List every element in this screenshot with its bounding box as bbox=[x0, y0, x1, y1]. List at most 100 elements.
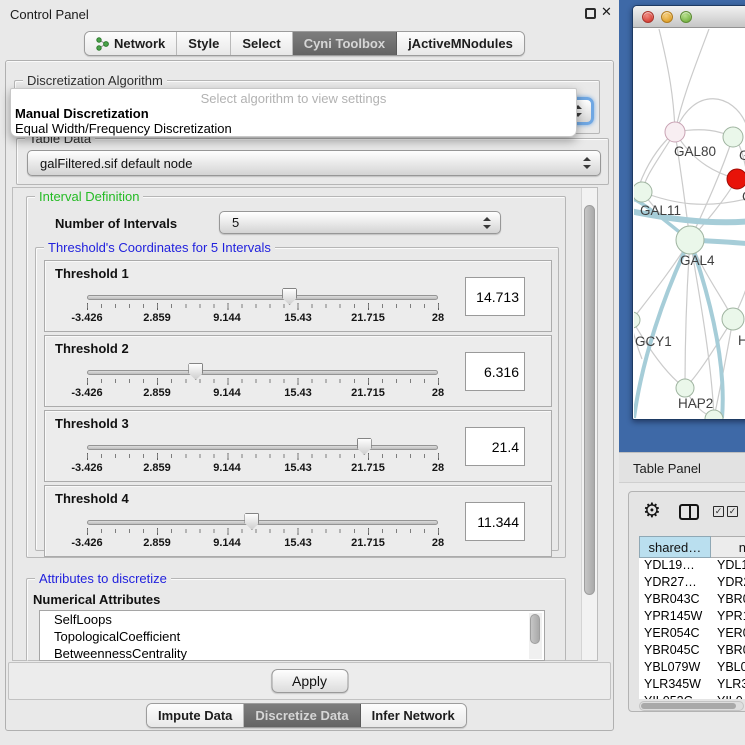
tab-impute-data[interactable]: Impute Data bbox=[147, 704, 244, 727]
checkbox-icon[interactable]: ✓ bbox=[727, 506, 738, 517]
interval-definition-group: Interval Definition Number of Intervals … bbox=[26, 196, 566, 558]
screen: Control Panel ✕ Network Style Select Cyn… bbox=[0, 0, 745, 745]
table-row[interactable]: YPR145WYPR1 bbox=[639, 609, 745, 626]
tab-cyni-toolbox[interactable]: Cyni Toolbox bbox=[293, 32, 397, 55]
node-red-selected[interactable] bbox=[727, 169, 745, 189]
threshold-4-value-field[interactable]: 11.344 bbox=[465, 502, 525, 541]
slider-minor-ticks bbox=[87, 304, 439, 308]
threshold-label: Threshold 4 bbox=[55, 491, 129, 506]
node-green[interactable] bbox=[705, 410, 723, 419]
tick-label: 2.859 bbox=[143, 312, 171, 324]
node-green[interactable] bbox=[722, 308, 744, 330]
table-row[interactable]: YER054CYER0 bbox=[639, 626, 745, 643]
tab-infer-network[interactable]: Infer Network bbox=[361, 704, 466, 727]
thresholds-group-title: Threshold's Coordinates for 5 Intervals bbox=[44, 240, 275, 255]
tick-label: 9.144 bbox=[213, 312, 241, 324]
spinner-arrows-icon bbox=[482, 217, 491, 229]
tab-jactivemnodules[interactable]: jActiveMNodules bbox=[397, 32, 524, 55]
settings-vertical-scrollbar[interactable] bbox=[581, 188, 597, 660]
threshold-label: Threshold 3 bbox=[55, 416, 129, 431]
popup-option-equal-width[interactable]: Equal Width/Frequency Discretization bbox=[11, 121, 576, 136]
float-window-icon[interactable] bbox=[585, 8, 596, 19]
tick-label: -3.426 bbox=[71, 462, 102, 474]
table-row[interactable]: YLR345WYLR3 bbox=[639, 677, 745, 694]
minimize-traffic-light-icon[interactable] bbox=[661, 11, 673, 23]
node-gal4[interactable] bbox=[676, 226, 704, 254]
threshold-1-slider-track[interactable] bbox=[87, 295, 438, 300]
popup-prompt-item[interactable]: Select algorithm to view settings bbox=[11, 91, 576, 106]
scrollbar-thumb[interactable] bbox=[584, 205, 595, 595]
tab-network[interactable]: Network bbox=[85, 32, 177, 55]
number-of-intervals-spinner[interactable]: 5 bbox=[219, 211, 501, 234]
nodes[interactable] bbox=[634, 122, 745, 419]
table-row[interactable]: YBL079WYBL0 bbox=[639, 660, 745, 677]
checkbox-icon[interactable]: ✓ bbox=[713, 506, 724, 517]
list-item[interactable]: TopologicalCoefficient bbox=[40, 628, 544, 645]
table-row[interactable]: YIL052CYIL0 bbox=[639, 694, 745, 699]
combo-arrows-icon bbox=[582, 157, 591, 169]
threshold-1-value-field[interactable]: 14.713 bbox=[465, 277, 525, 316]
tick-label: 28 bbox=[432, 537, 444, 549]
network-canvas[interactable]: GAL80 GA GAL11 C GAL4 GCY1 H HAP2 bbox=[634, 29, 745, 419]
tick-label: -3.426 bbox=[71, 312, 102, 324]
table-data-combobox[interactable]: galFiltered.sif default node bbox=[27, 150, 601, 176]
popup-option-manual-discretization[interactable]: Manual Discretization bbox=[11, 106, 576, 121]
tick-label: 15.43 bbox=[284, 387, 312, 399]
tick-label: 28 bbox=[432, 462, 444, 474]
attributes-group: Attributes to discretize Numerical Attri… bbox=[26, 578, 566, 661]
gear-icon[interactable]: ⚙ bbox=[643, 501, 661, 521]
tab-discretize-data[interactable]: Discretize Data bbox=[244, 704, 360, 727]
panel-title: Control Panel bbox=[10, 7, 89, 22]
threshold-3-value-field[interactable]: 21.4 bbox=[465, 427, 525, 466]
list-item[interactable]: SelfLoops bbox=[40, 611, 544, 628]
threshold-label: Threshold 1 bbox=[55, 266, 129, 281]
column-header-name[interactable]: n bbox=[711, 536, 745, 558]
node-hap2[interactable] bbox=[676, 379, 694, 397]
table-row[interactable]: YBR045CYBR0 bbox=[639, 643, 745, 660]
interval-definition-title: Interval Definition bbox=[35, 189, 143, 204]
attributes-group-title: Attributes to discretize bbox=[35, 571, 171, 586]
tick-label: 21.715 bbox=[351, 462, 385, 474]
threshold-2-slider-track[interactable] bbox=[87, 370, 438, 375]
columns-icon[interactable] bbox=[679, 504, 699, 520]
intervals-value: 5 bbox=[232, 215, 239, 230]
table-panel-title: Table Panel bbox=[633, 461, 701, 476]
list-item[interactable]: BetweennessCentrality bbox=[40, 645, 544, 661]
table-row[interactable]: YDR27…YDR2 bbox=[639, 575, 745, 592]
table-data-group: Table Data galFiltered.sif default node bbox=[16, 138, 609, 185]
close-traffic-light-icon[interactable] bbox=[642, 11, 654, 23]
threshold-label: Threshold 2 bbox=[55, 341, 129, 356]
tab-select[interactable]: Select bbox=[231, 32, 292, 55]
table-header-row: shared… n bbox=[639, 536, 745, 558]
apply-button[interactable]: Apply bbox=[271, 669, 348, 693]
zoom-traffic-light-icon[interactable] bbox=[680, 11, 692, 23]
tick-label: 21.715 bbox=[351, 537, 385, 549]
table-row[interactable]: YBR043CYBR0 bbox=[639, 592, 745, 609]
node-gcy1[interactable] bbox=[634, 312, 640, 328]
network-window-titlebar[interactable] bbox=[633, 6, 745, 28]
scrollbar-thumb[interactable] bbox=[641, 703, 736, 709]
tick-label: 15.43 bbox=[284, 312, 312, 324]
numerical-attributes-list: SelfLoops TopologicalCoefficient Between… bbox=[39, 610, 545, 661]
table-horizontal-scrollbar[interactable] bbox=[639, 701, 744, 711]
column-header-shared-name[interactable]: shared… bbox=[639, 536, 711, 558]
threshold-4-slider-track[interactable] bbox=[87, 520, 438, 525]
list-vertical-scrollbar[interactable] bbox=[529, 613, 542, 659]
threshold-3-slider-track[interactable] bbox=[87, 445, 438, 450]
threshold-4-box: Threshold 4 -3.426 2.859 9.144 15.43 21.… bbox=[44, 485, 552, 557]
node-gal11[interactable] bbox=[634, 182, 652, 202]
network-view-window: GAL80 GA GAL11 C GAL4 GCY1 H HAP2 bbox=[632, 5, 745, 420]
table-row[interactable]: YDL19…YDL1 bbox=[639, 558, 745, 575]
tick-label: 28 bbox=[432, 387, 444, 399]
label-partial-g: GA bbox=[739, 148, 745, 163]
node-gal80[interactable] bbox=[665, 122, 685, 142]
tab-style[interactable]: Style bbox=[177, 32, 231, 55]
threshold-2-value-field[interactable]: 6.316 bbox=[465, 352, 525, 391]
label-gal11: GAL11 bbox=[640, 203, 681, 218]
close-icon[interactable]: ✕ bbox=[601, 4, 612, 20]
scrollbar-thumb[interactable] bbox=[530, 614, 540, 644]
table-data-value: galFiltered.sif default node bbox=[40, 156, 192, 171]
tick-label: 9.144 bbox=[213, 387, 241, 399]
table-panel-titlebar: Table Panel bbox=[619, 452, 745, 483]
node-green[interactable] bbox=[723, 127, 743, 147]
